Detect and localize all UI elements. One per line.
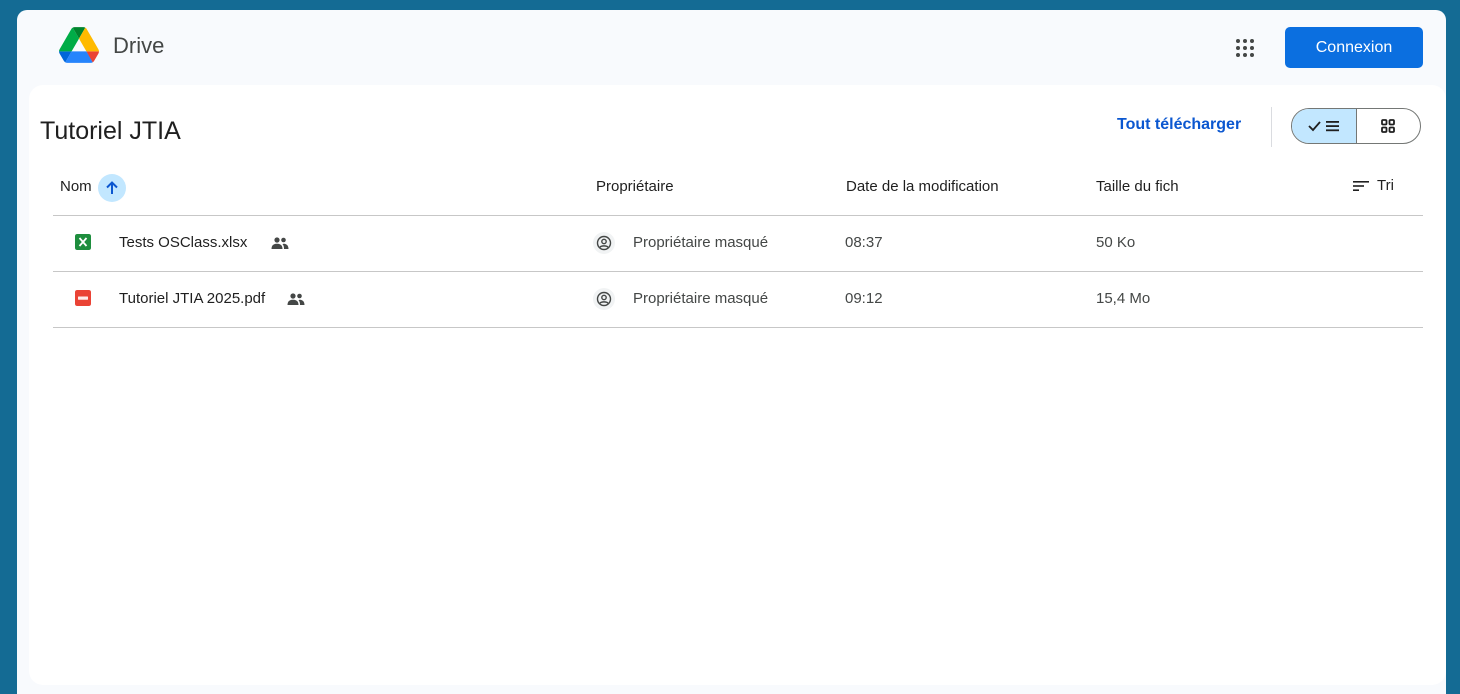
view-toggle — [1291, 108, 1421, 144]
file-name[interactable]: Tutoriel JTIA 2025.pdf — [119, 290, 265, 307]
column-owner[interactable]: Propriétaire — [596, 178, 674, 195]
xlsx-file-icon — [75, 234, 91, 250]
check-list-icon — [1308, 121, 1339, 132]
shared-people-icon — [271, 237, 289, 249]
table-row[interactable]: Tests OSClass.xlsx Propriétaire masqué 0… — [53, 216, 1423, 272]
column-size[interactable]: Taille du fich — [1096, 178, 1179, 195]
file-size: 50 Ko — [1096, 234, 1136, 251]
signin-button[interactable]: Connexion — [1285, 27, 1423, 68]
drive-logo-icon — [59, 27, 99, 63]
list-view-button[interactable] — [1292, 109, 1357, 143]
owner-avatar-icon — [593, 288, 615, 310]
table-header: Nom Propriétaire Date de la modification… — [53, 163, 1423, 216]
app-name: Drive — [113, 33, 165, 58]
divider — [1271, 107, 1272, 147]
grid-view-button[interactable] — [1357, 109, 1421, 143]
table-row[interactable]: Tutoriel JTIA 2025.pdf Propriétaire masq… — [53, 272, 1423, 328]
sort-ascending-icon[interactable] — [98, 174, 126, 202]
file-size: 15,4 Mo — [1096, 290, 1151, 307]
column-name[interactable]: Nom — [60, 178, 92, 195]
file-owner: Propriétaire masqué — [633, 290, 769, 307]
apps-grid-icon[interactable] — [1234, 37, 1256, 59]
file-name[interactable]: Tests OSClass.xlsx — [119, 234, 247, 251]
sort-button[interactable]: Tri — [1353, 177, 1394, 194]
pdf-file-icon — [75, 290, 91, 306]
drive-window: Drive Connexion Tutoriel JTIA Tout téléc… — [17, 10, 1446, 694]
column-modified[interactable]: Date de la modification — [846, 178, 999, 195]
sort-label: Tri — [1377, 177, 1394, 194]
shared-people-icon — [287, 293, 305, 305]
file-modified: 08:37 — [845, 234, 883, 251]
sort-icon — [1353, 180, 1369, 191]
file-modified: 09:12 — [845, 290, 883, 307]
file-list-panel: Tutoriel JTIA Tout télécharger Nom Propr… — [29, 85, 1446, 685]
folder-title: Tutoriel JTIA — [40, 117, 181, 145]
download-all-link[interactable]: Tout télécharger — [1117, 116, 1241, 134]
grid-icon — [1381, 119, 1396, 133]
owner-avatar-icon — [593, 232, 615, 254]
file-owner: Propriétaire masqué — [633, 234, 769, 251]
top-bar: Drive Connexion — [17, 10, 1446, 85]
